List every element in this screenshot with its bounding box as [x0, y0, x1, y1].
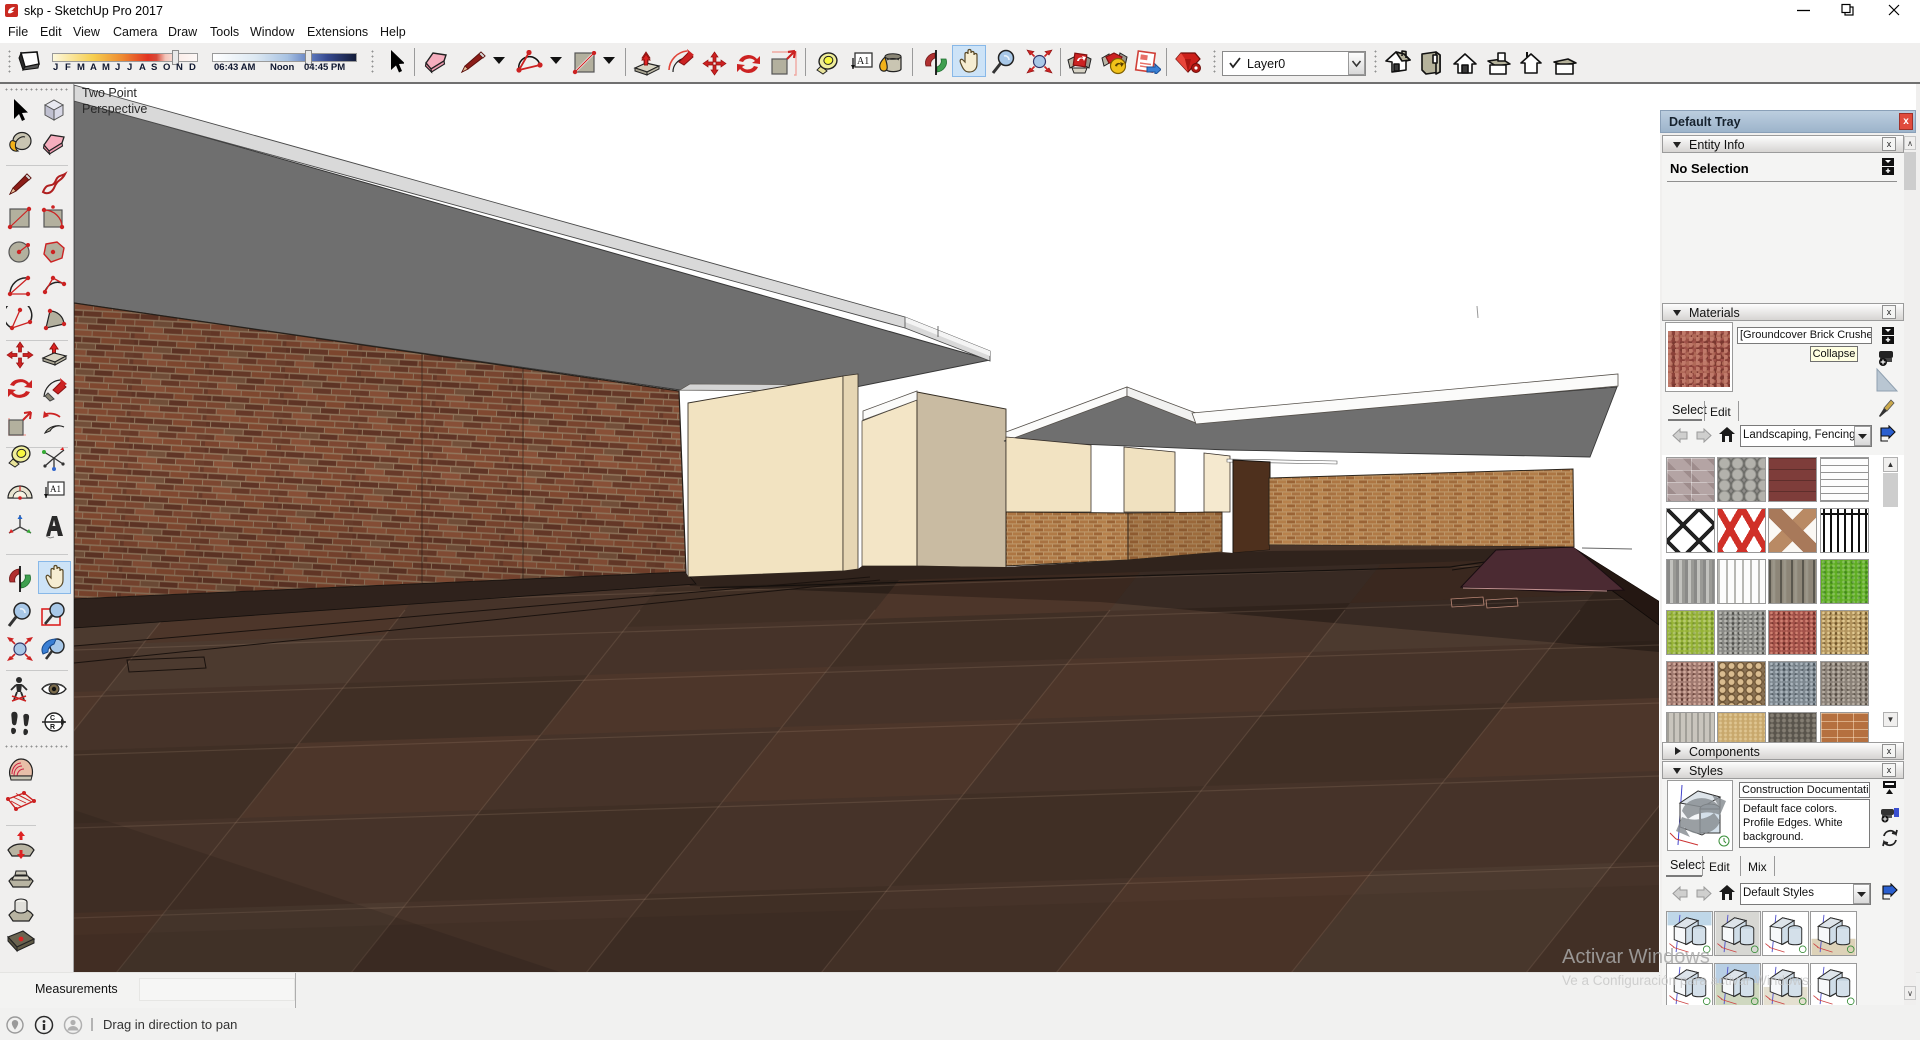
svg-text:C: C — [50, 715, 55, 722]
svg-text:A1: A1 — [857, 56, 869, 67]
svg-text:R: R — [50, 724, 55, 731]
svg-text:A1: A1 — [50, 484, 61, 494]
